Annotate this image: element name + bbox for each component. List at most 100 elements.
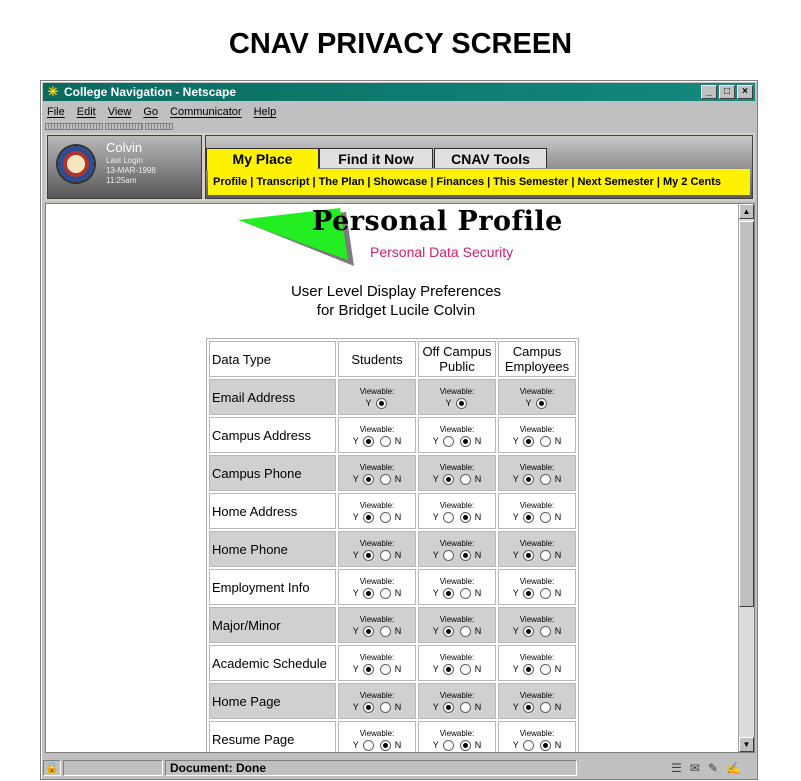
no-radio[interactable]	[539, 511, 551, 523]
yes-radio[interactable]	[362, 473, 374, 485]
subnav-next-semester[interactable]: Next Semester	[577, 176, 653, 188]
yes-radio[interactable]	[442, 625, 454, 637]
menu-help[interactable]: Help	[254, 106, 277, 118]
yes-radio[interactable]	[442, 511, 454, 523]
security-lock-icon[interactable]: 🔒	[43, 760, 61, 776]
table-row: Resume Page Viewable: Y N Viewable: Y N Viewabl…	[209, 721, 576, 752]
yes-radio[interactable]	[442, 739, 454, 751]
no-radio[interactable]	[379, 663, 391, 675]
menu-communicator[interactable]: Communicator	[170, 106, 242, 118]
no-radio[interactable]	[539, 739, 551, 751]
visibility-cell: Viewable: Y N	[418, 569, 496, 605]
tab-cnav-tools[interactable]: CNAV Tools	[434, 148, 547, 168]
scroll-thumb[interactable]	[739, 221, 754, 607]
yes-radio[interactable]	[362, 701, 374, 713]
yes-label: Y	[512, 512, 519, 522]
scroll-down-arrow-icon[interactable]: ▼	[739, 737, 754, 752]
yes-radio[interactable]	[522, 663, 534, 675]
menu-view[interactable]: View	[108, 106, 132, 118]
yes-radio[interactable]	[522, 625, 534, 637]
no-radio[interactable]	[539, 701, 551, 713]
yes-radio[interactable]	[442, 663, 454, 675]
yes-radio[interactable]	[522, 435, 534, 447]
yes-radio[interactable]	[522, 739, 534, 751]
subnav-transcript[interactable]: Transcript	[256, 176, 309, 188]
banner-subtitle: Personal Data Security	[370, 244, 514, 260]
yes-radio[interactable]	[522, 511, 534, 523]
yes-radio[interactable]	[362, 435, 374, 447]
no-radio[interactable]	[459, 473, 471, 485]
yes-radio[interactable]	[362, 663, 374, 675]
subnav-the-plan[interactable]: The Plan	[319, 176, 365, 188]
no-radio[interactable]	[379, 587, 391, 599]
scroll-up-arrow-icon[interactable]: ▲	[739, 204, 754, 219]
mail-icon[interactable]: ✉	[690, 760, 700, 776]
yes-radio[interactable]	[375, 397, 387, 409]
subnav-finances[interactable]: Finances	[436, 176, 484, 188]
yes-radio[interactable]	[442, 549, 454, 561]
yes-radio[interactable]	[522, 549, 534, 561]
no-radio[interactable]	[539, 435, 551, 447]
no-radio[interactable]	[379, 549, 391, 561]
menu-go[interactable]: Go	[143, 106, 158, 118]
yes-radio[interactable]	[442, 701, 454, 713]
yes-radio[interactable]	[362, 587, 374, 599]
toolbar-grip-navigation[interactable]	[45, 123, 103, 130]
subnav-my-2-cents[interactable]: My 2 Cents	[663, 176, 721, 188]
no-radio[interactable]	[379, 739, 391, 751]
yes-radio[interactable]	[522, 701, 534, 713]
no-radio[interactable]	[539, 663, 551, 675]
no-radio[interactable]	[459, 663, 471, 675]
minimize-button[interactable]: _	[701, 85, 717, 99]
no-radio[interactable]	[379, 473, 391, 485]
no-radio[interactable]	[539, 473, 551, 485]
no-radio[interactable]	[379, 435, 391, 447]
yes-radio[interactable]	[442, 473, 454, 485]
yes-radio[interactable]	[362, 511, 374, 523]
yes-radio[interactable]	[442, 435, 454, 447]
yes-radio[interactable]	[522, 587, 534, 599]
menu-edit[interactable]: Edit	[77, 106, 96, 118]
subnav-this-semester[interactable]: This Semester	[493, 176, 568, 188]
no-radio[interactable]	[379, 701, 391, 713]
composer-icon[interactable]: ✍	[726, 760, 741, 776]
tab-find-it-now[interactable]: Find it Now	[319, 148, 433, 168]
viewable-label: Viewable:	[439, 462, 475, 472]
yes-radio[interactable]	[442, 587, 454, 599]
discussion-icon[interactable]: ✎	[708, 760, 718, 776]
yes-radio[interactable]	[522, 473, 534, 485]
no-radio[interactable]	[379, 511, 391, 523]
yes-radio[interactable]	[535, 397, 547, 409]
yes-radio[interactable]	[362, 625, 374, 637]
no-radio[interactable]	[459, 739, 471, 751]
no-radio[interactable]	[459, 625, 471, 637]
yes-radio[interactable]	[455, 397, 467, 409]
no-radio[interactable]	[539, 625, 551, 637]
title-bar[interactable]: ✳ College Navigation - Netscape _ □ ×	[43, 83, 755, 101]
yes-radio[interactable]	[362, 739, 374, 751]
last-login-date: 13-MAR-1998	[106, 166, 156, 175]
no-radio[interactable]	[459, 587, 471, 599]
tab-my-place[interactable]: My Place	[206, 148, 319, 170]
component-bar-icon[interactable]: ☰	[671, 760, 682, 776]
yes-label: Y	[512, 474, 519, 484]
no-radio[interactable]	[539, 587, 551, 599]
yes-radio[interactable]	[362, 549, 374, 561]
no-radio[interactable]	[379, 625, 391, 637]
no-radio[interactable]	[459, 701, 471, 713]
no-radio[interactable]	[459, 511, 471, 523]
visibility-cell: Viewable: Y N	[498, 607, 576, 643]
no-radio[interactable]	[459, 549, 471, 561]
subnav-showcase[interactable]: Showcase	[374, 176, 428, 188]
subnav-profile[interactable]: Profile	[213, 176, 247, 188]
no-radio[interactable]	[459, 435, 471, 447]
close-button[interactable]: ×	[737, 85, 753, 99]
no-radio[interactable]	[539, 549, 551, 561]
maximize-button[interactable]: □	[719, 85, 735, 99]
vertical-scrollbar[interactable]: ▲ ▼	[738, 204, 754, 752]
toolbar-grip-location[interactable]	[105, 123, 143, 130]
menu-file[interactable]: File	[47, 106, 65, 118]
viewable-label: Viewable:	[359, 424, 395, 434]
yes-no-group: YN	[512, 511, 561, 523]
toolbar-grip-personal[interactable]	[145, 123, 173, 130]
